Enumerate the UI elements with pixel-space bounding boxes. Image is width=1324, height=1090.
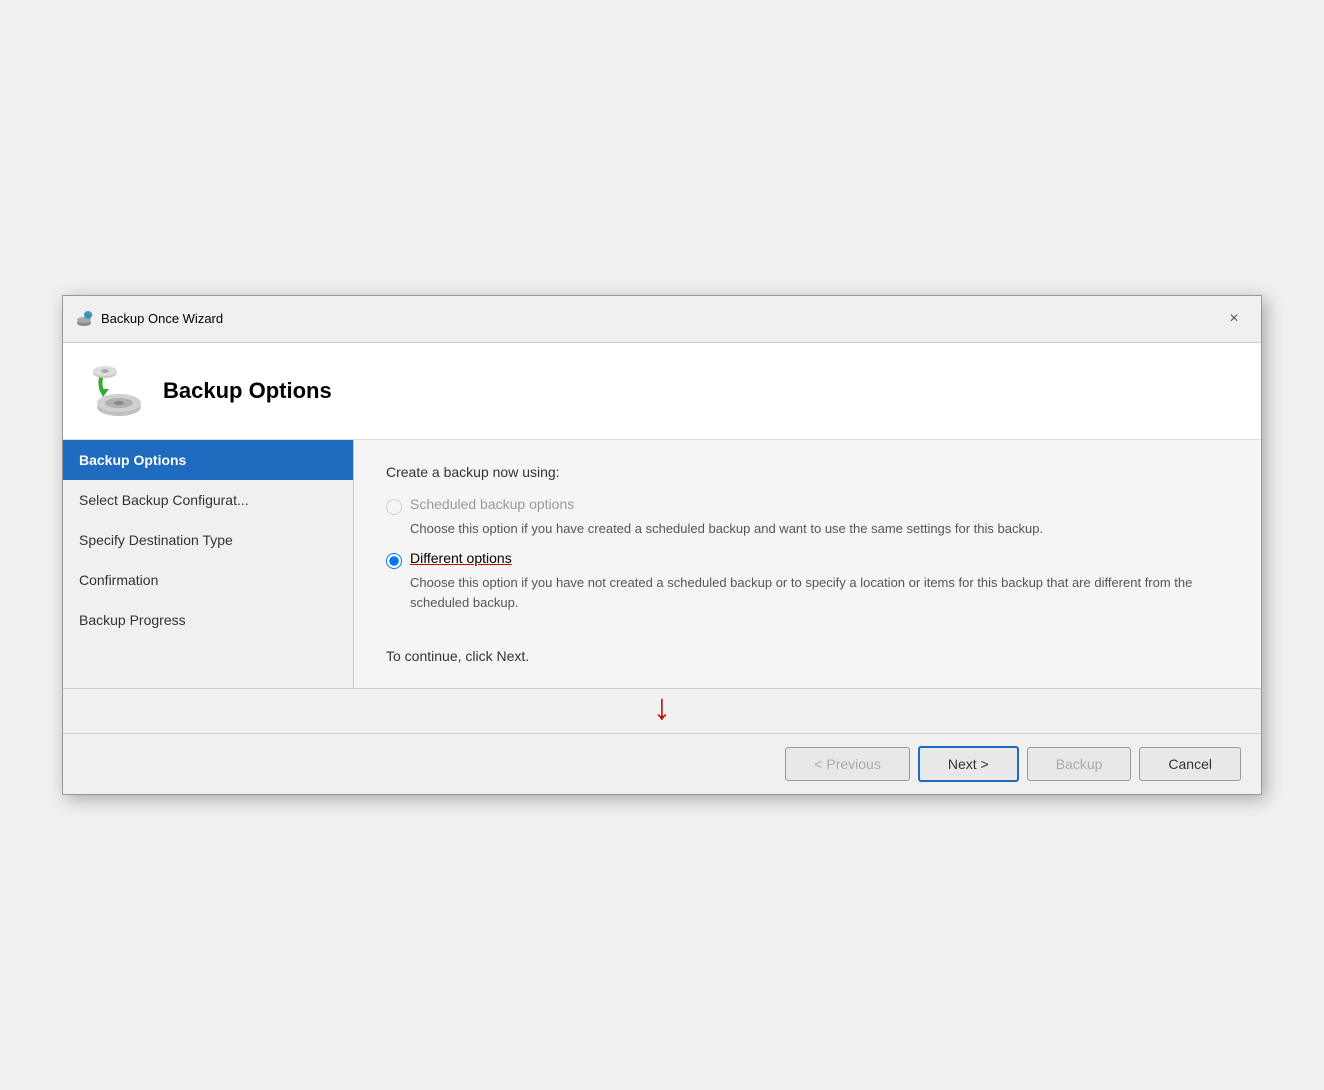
window-icon <box>75 310 93 328</box>
sidebar-item-backup-progress[interactable]: Backup Progress <box>63 600 353 640</box>
wizard-window: Backup Once Wizard × Backup Options <box>62 295 1262 796</box>
sidebar-item-specify-destination[interactable]: Specify Destination Type <box>63 520 353 560</box>
title-bar: Backup Once Wizard × <box>63 296 1261 343</box>
different-options-text: Different options <box>410 550 512 566</box>
option1-radio-option: Scheduled backup options <box>386 496 1229 515</box>
sidebar-item-select-backup-config[interactable]: Select Backup Configurat... <box>63 480 353 520</box>
continue-text: To continue, click Next. <box>386 648 1229 664</box>
option1-description: Choose this option if you have created a… <box>410 519 1229 539</box>
main-area: Backup Options Select Backup Configurat.… <box>63 440 1261 689</box>
next-button[interactable]: Next > <box>918 746 1019 782</box>
option2-radio[interactable] <box>386 553 402 569</box>
option2-section: Different options Choose this option if … <box>386 550 1229 612</box>
footer: < Previous Next > Backup Cancel <box>63 733 1261 794</box>
option1-section: Scheduled backup options Choose this opt… <box>386 496 1229 539</box>
backup-icon-large <box>83 359 147 423</box>
content-panel: Create a backup now using: Scheduled bac… <box>354 440 1261 689</box>
previous-button[interactable]: < Previous <box>785 747 910 781</box>
arrow-container: ↓ <box>63 689 1261 725</box>
option2-description: Choose this option if you have not creat… <box>410 573 1229 612</box>
option1-label[interactable]: Scheduled backup options <box>410 496 574 512</box>
cancel-button[interactable]: Cancel <box>1139 747 1241 781</box>
window-title: Backup Once Wizard <box>101 311 223 326</box>
close-button[interactable]: × <box>1219 304 1249 334</box>
title-bar-left: Backup Once Wizard <box>75 310 223 328</box>
header-icon <box>83 359 147 423</box>
sidebar-item-backup-options[interactable]: Backup Options <box>63 440 353 480</box>
option2-radio-option: Different options <box>386 550 1229 569</box>
sidebar: Backup Options Select Backup Configurat.… <box>63 440 353 689</box>
red-arrow-icon: ↓ <box>653 689 671 725</box>
option2-label[interactable]: Different options <box>410 550 512 566</box>
option1-radio[interactable] <box>386 499 402 515</box>
footer-container: ↓ < Previous Next > Backup Cancel <box>63 688 1261 794</box>
sidebar-item-confirmation[interactable]: Confirmation <box>63 560 353 600</box>
create-label: Create a backup now using: <box>386 464 1229 480</box>
footer-buttons: < Previous Next > Backup Cancel <box>785 746 1241 782</box>
backup-button[interactable]: Backup <box>1027 747 1132 781</box>
header-area: Backup Options <box>63 343 1261 440</box>
header-title: Backup Options <box>163 378 332 404</box>
